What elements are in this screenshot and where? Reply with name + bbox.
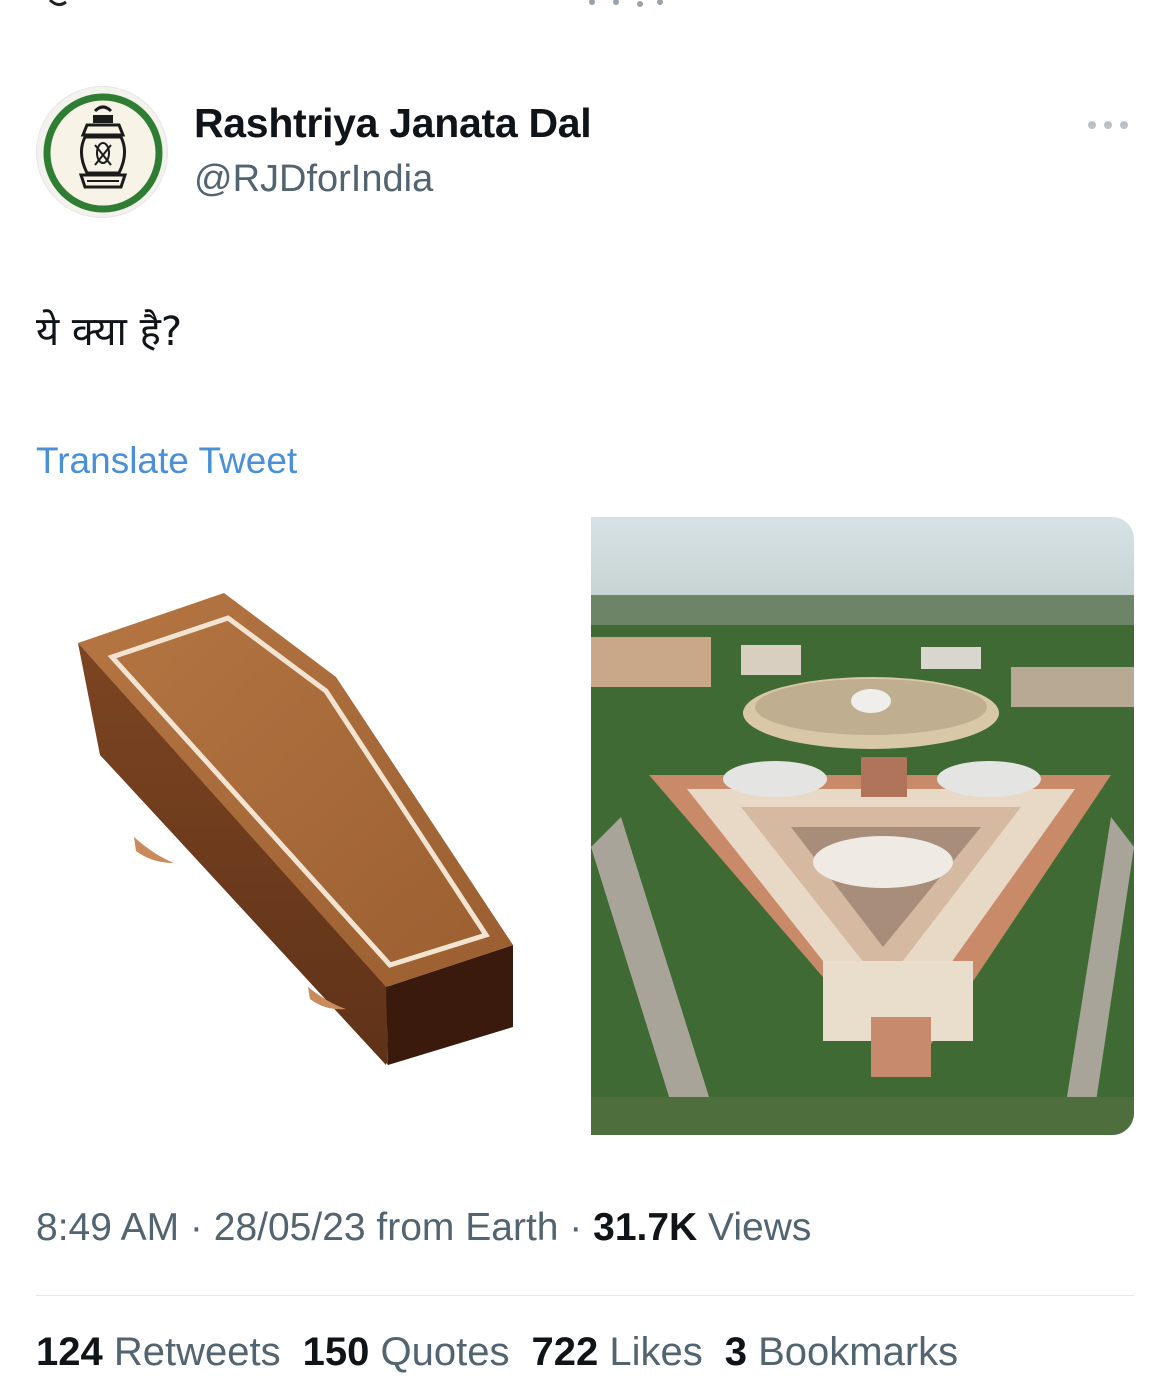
stat-label: Quotes — [380, 1330, 510, 1374]
stat-count: 150 — [302, 1330, 370, 1374]
stat-count: 3 — [724, 1330, 747, 1374]
tweet-time[interactable]: 8:49 AM — [36, 1206, 179, 1249]
media-image-parliament[interactable] — [591, 517, 1134, 1135]
stat-label: Retweets — [113, 1330, 281, 1374]
media-image-coffin[interactable] — [36, 517, 584, 1135]
stat-count: 124 — [36, 1330, 103, 1374]
meta-separator: · — [179, 1206, 214, 1249]
author-handle[interactable]: @RJDforIndia — [194, 158, 433, 201]
stat-quotes[interactable]: 150 Quotes — [303, 1330, 510, 1375]
stat-count: 722 — [531, 1330, 599, 1374]
engagement-stats: 124 Retweets 150 Quotes 722 Likes 3 Bookmar… — [36, 1330, 980, 1375]
coffin-emoji-image — [78, 593, 513, 1065]
views-count: 31.7K — [593, 1206, 698, 1249]
translate-tweet-link[interactable]: Translate Tweet — [36, 440, 297, 482]
tweet-source: from Earth — [365, 1206, 559, 1249]
more-options-icon[interactable] — [1084, 112, 1132, 138]
tweet-meta: 8:49 AM · 28/05/23 from Earth · 31.7K Vi… — [36, 1206, 811, 1250]
stat-label: Bookmarks — [758, 1330, 959, 1374]
previous-content-edge — [0, 0, 1170, 14]
meta-separator: · — [558, 1206, 594, 1249]
avatar[interactable] — [36, 86, 168, 218]
lantern-logo-icon — [43, 93, 163, 213]
views-label: Views — [697, 1206, 812, 1249]
stat-retweets[interactable]: 124 Retweets — [36, 1330, 281, 1375]
author-name[interactable]: Rashtriya Janata Dal — [194, 100, 592, 147]
stat-bookmarks[interactable]: 3 Bookmarks — [725, 1330, 958, 1375]
tweet-date[interactable]: 28/05/23 — [214, 1206, 366, 1249]
cropped-text-fragment — [48, 0, 663, 7]
divider — [36, 1295, 1134, 1296]
stat-label: Likes — [609, 1330, 703, 1374]
parliament-aerial-image — [591, 517, 1134, 1135]
tweet-text: ये क्या है? — [36, 309, 183, 355]
stat-likes[interactable]: 722 Likes — [531, 1330, 702, 1375]
